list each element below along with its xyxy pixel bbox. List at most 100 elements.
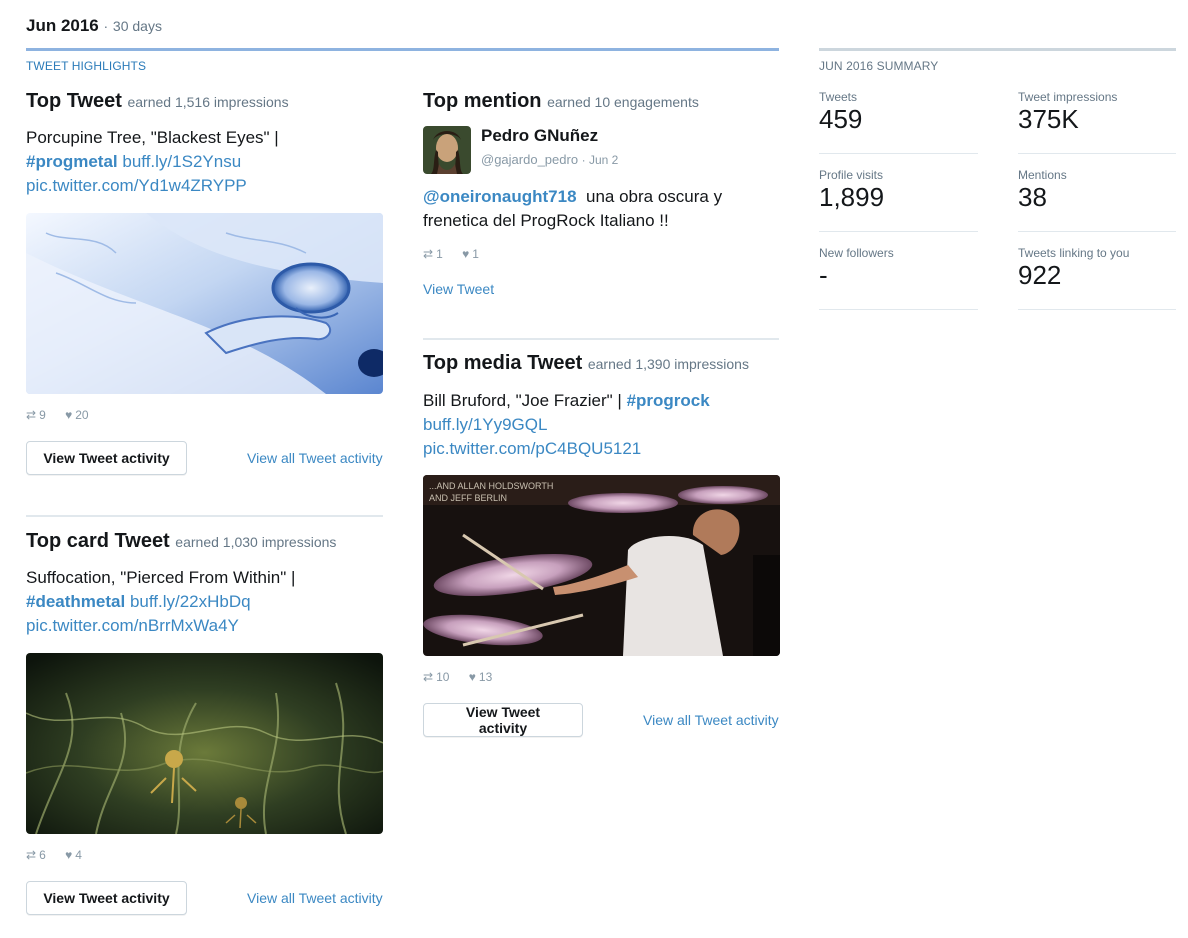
retweet-icon: ⇄ bbox=[423, 247, 434, 261]
summary-divider bbox=[819, 153, 978, 154]
summary-profile-visits: Profile visits 1,899 bbox=[819, 168, 884, 213]
highlights-label: TWEET HIGHLIGHTS bbox=[26, 59, 147, 73]
summary-new-followers: New followers - bbox=[819, 246, 894, 291]
summary-rule bbox=[819, 48, 1176, 51]
summary-impressions: Tweet impressions 375K bbox=[1018, 90, 1117, 135]
user-handle-line: @gajardo_pedro · Jun 2 bbox=[481, 152, 618, 167]
avatar[interactable] bbox=[423, 126, 471, 174]
top-media-text: Bill Bruford, "Joe Frazier" | #progrock … bbox=[423, 389, 779, 461]
summary-tweets: Tweets 459 bbox=[819, 90, 862, 135]
retweet-count: ⇄ 9 bbox=[26, 408, 46, 422]
top-card-earned: earned 1,030 impressions bbox=[175, 534, 337, 550]
summary-divider bbox=[1018, 153, 1176, 154]
top-tweet-stats: ⇄ 9 ♥ 20 bbox=[26, 408, 105, 422]
hashtag-link[interactable]: #deathmetal bbox=[26, 592, 125, 611]
pic-link[interactable]: pic.twitter.com/Yd1w4ZRYPP bbox=[26, 176, 247, 195]
user-name[interactable]: Pedro GNuñez bbox=[481, 126, 598, 146]
summary-label-tweets: Tweets bbox=[819, 90, 858, 104]
summary-label-profile-visits: Profile visits bbox=[819, 168, 884, 182]
summary-label-tweets-linking: Tweets linking to you bbox=[1018, 246, 1130, 260]
summary-tweets-linking: Tweets linking to you 922 bbox=[1018, 246, 1129, 291]
summary-label-new-followers: New followers bbox=[819, 246, 894, 260]
summary-value-mentions: 38 bbox=[1018, 182, 1047, 212]
top-media-heading: Top media Tweet earned 1,390 impressions bbox=[423, 352, 749, 375]
pic-link[interactable]: pic.twitter.com/pC4BQU5121 bbox=[423, 439, 641, 458]
summary-value-tweets: 459 bbox=[819, 104, 863, 134]
like-count: ♥ 13 bbox=[468, 670, 493, 684]
retweet-icon: ⇄ bbox=[26, 848, 37, 862]
top-media-image[interactable]: ...AND ALLAN HOLDSWORTH AND JEFF BERLIN bbox=[423, 475, 780, 656]
top-tweet-earned: earned 1,516 impressions bbox=[127, 94, 289, 110]
top-tweet-image[interactable] bbox=[26, 213, 383, 394]
summary-value-tweets-linking: 922 bbox=[1018, 260, 1062, 290]
album-art-blue-hand bbox=[26, 213, 383, 394]
retweet-icon: ⇄ bbox=[423, 670, 434, 684]
top-mention-heading: Top mention earned 10 engagements bbox=[423, 90, 699, 113]
view-all-tweet-activity-link[interactable]: View all Tweet activity bbox=[643, 712, 779, 728]
short-link[interactable]: buff.ly/1Yy9GQL bbox=[423, 415, 547, 434]
period-days: 30 days bbox=[112, 18, 162, 34]
top-tweet-text: Porcupine Tree, "Blackest Eyes" | #progm… bbox=[26, 126, 386, 198]
top-mention-stats: ⇄ 1 ♥ 1 bbox=[423, 247, 495, 261]
summary-mentions: Mentions 38 bbox=[1018, 168, 1067, 213]
top-media-stats: ⇄ 10 ♥ 13 bbox=[423, 670, 508, 684]
summary-label-mentions: Mentions bbox=[1018, 168, 1067, 182]
top-card-heading: Top card Tweet earned 1,030 impressions bbox=[26, 530, 336, 553]
summary-divider bbox=[1018, 309, 1176, 310]
highlights-rule bbox=[26, 48, 779, 51]
summary-value-profile-visits: 1,899 bbox=[819, 182, 885, 212]
heart-icon: ♥ bbox=[468, 670, 476, 684]
mention-link[interactable]: @oneironaught718 bbox=[423, 187, 577, 206]
period-header: Jun 2016 · 30 days bbox=[26, 16, 162, 36]
retweet-count: ⇄ 6 bbox=[26, 848, 46, 862]
top-mention-earned: earned 10 engagements bbox=[547, 94, 699, 110]
summary-divider bbox=[819, 309, 978, 310]
top-card-image[interactable] bbox=[26, 653, 383, 834]
period-title: Jun 2016 bbox=[26, 16, 99, 35]
top-card-text: Suffocation, "Pierced From Within" | #de… bbox=[26, 566, 386, 638]
view-tweet-activity-button[interactable]: View Tweet activity bbox=[26, 441, 187, 475]
summary-divider bbox=[819, 231, 978, 232]
period-separator: · bbox=[103, 18, 109, 34]
mention-date: · Jun 2 bbox=[581, 153, 619, 167]
top-tweet-heading: Top Tweet earned 1,516 impressions bbox=[26, 90, 289, 113]
summary-divider bbox=[1018, 231, 1176, 232]
album-text-line2: AND JEFF BERLIN bbox=[429, 493, 507, 503]
hashtag-link[interactable]: #progmetal bbox=[26, 152, 118, 171]
user-handle[interactable]: @gajardo_pedro bbox=[481, 152, 578, 167]
summary-label-impressions: Tweet impressions bbox=[1018, 90, 1118, 104]
summary-value-impressions: 375K bbox=[1018, 104, 1079, 134]
view-tweet-link[interactable]: View Tweet bbox=[423, 281, 494, 297]
top-media-earned: earned 1,390 impressions bbox=[587, 356, 749, 372]
album-text-line1: ...AND ALLAN HOLDSWORTH bbox=[429, 481, 553, 491]
view-tweet-activity-button[interactable]: View Tweet activity bbox=[423, 703, 583, 737]
top-media-title: Top media Tweet bbox=[423, 352, 583, 374]
heart-icon: ♥ bbox=[65, 408, 73, 422]
view-tweet-activity-button[interactable]: View Tweet activity bbox=[26, 881, 187, 915]
card-divider bbox=[423, 338, 779, 340]
short-link[interactable]: buff.ly/1S2Ynsu bbox=[122, 152, 241, 171]
top-mention-text: @oneironaught718 una obra oscura y frene… bbox=[423, 185, 779, 233]
album-art-drummer: ...AND ALLAN HOLDSWORTH AND JEFF BERLIN bbox=[423, 475, 780, 656]
album-art-dark-green bbox=[26, 653, 383, 834]
pic-link[interactable]: pic.twitter.com/nBrrMxWa4Y bbox=[26, 616, 239, 635]
like-count: ♥ 20 bbox=[65, 408, 89, 422]
summary-value-new-followers: - bbox=[819, 260, 828, 290]
top-tweet-title: Top Tweet bbox=[26, 90, 122, 112]
top-tweet-body: Porcupine Tree, "Blackest Eyes" | bbox=[26, 128, 279, 147]
view-all-tweet-activity-link[interactable]: View all Tweet activity bbox=[247, 890, 383, 906]
view-all-tweet-activity-link[interactable]: View all Tweet activity bbox=[247, 450, 383, 466]
top-card-body: Suffocation, "Pierced From Within" | bbox=[26, 568, 296, 587]
short-link[interactable]: buff.ly/22xHbDq bbox=[130, 592, 251, 611]
top-card-stats: ⇄ 6 ♥ 4 bbox=[26, 848, 98, 862]
heart-icon: ♥ bbox=[65, 848, 73, 862]
retweet-icon: ⇄ bbox=[26, 408, 37, 422]
summary-label: JUN 2016 SUMMARY bbox=[819, 59, 939, 73]
retweet-count: ⇄ 10 bbox=[423, 670, 450, 684]
top-media-body: Bill Bruford, "Joe Frazier" | bbox=[423, 391, 622, 410]
avatar-image bbox=[423, 126, 471, 174]
top-mention-title: Top mention bbox=[423, 90, 542, 112]
card-divider bbox=[26, 515, 383, 517]
like-count: ♥ 4 bbox=[65, 848, 82, 862]
hashtag-link[interactable]: #progrock bbox=[627, 391, 710, 410]
